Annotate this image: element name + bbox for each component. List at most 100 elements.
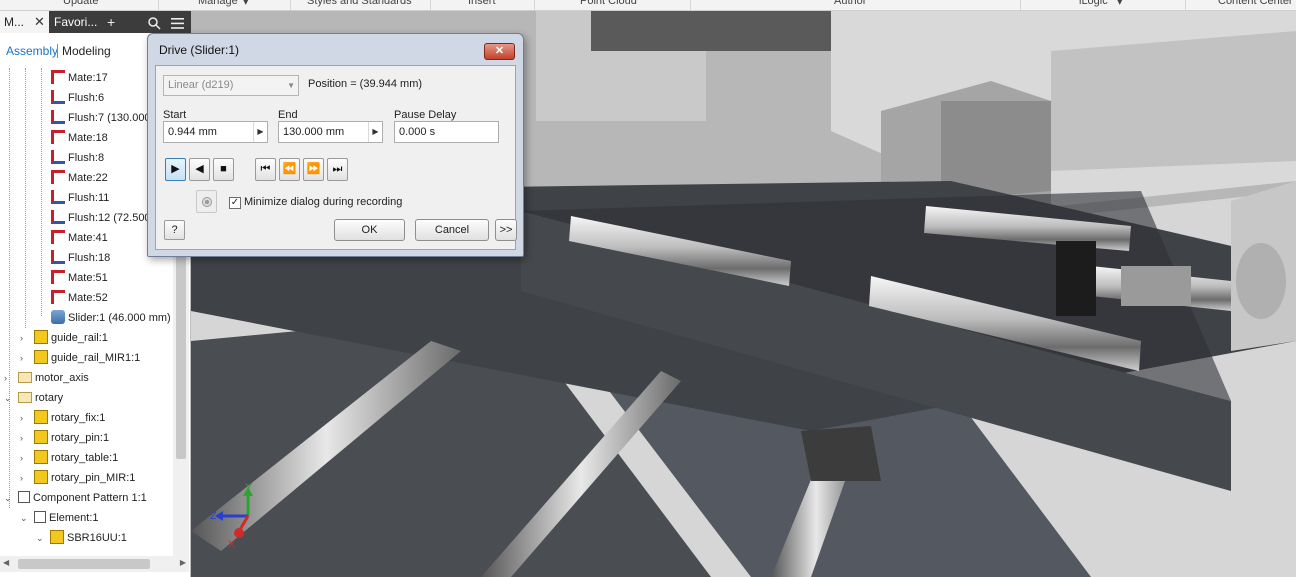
ribbon-tab-manage[interactable]: Manage [198, 0, 238, 9]
ribbon-tab-ilogic[interactable]: iLogic [1079, 0, 1108, 9]
ribbon-tab-content-center[interactable]: Content Center [1218, 0, 1293, 9]
chevron-right-icon[interactable]: › [20, 473, 23, 483]
chevron-down-icon[interactable]: ▾ [1117, 0, 1123, 9]
flush-constraint-icon [51, 150, 65, 165]
tree-guide-line [41, 68, 42, 316]
ribbon-tab-point-cloud[interactable]: Point Cloud [580, 0, 637, 9]
tree-item-rotary-table[interactable]: rotary_table:1 [34, 448, 118, 468]
tree-item-mate-17[interactable]: Mate:17 [51, 68, 108, 88]
tree-item-mate-41[interactable]: Mate:41 [51, 228, 108, 248]
tree-item-mate-22[interactable]: Mate:22 [51, 168, 108, 188]
flush-constraint-icon [51, 210, 65, 225]
constraint-select: Linear (d219) ▼ [163, 75, 299, 96]
scroll-right-icon[interactable]: ▶ [180, 558, 186, 567]
folder-icon [18, 371, 32, 383]
tree-item-rotary[interactable]: rotary [18, 388, 63, 408]
tree-item-label: rotary_table:1 [51, 452, 119, 464]
mode-assembly[interactable]: Assembly [6, 44, 58, 58]
chevron-down-icon[interactable]: ⌄ [36, 533, 44, 544]
chevron-right-icon[interactable]: ▶ [368, 122, 382, 142]
tree-item-sbr16uu[interactable]: SBR16UU:1 [50, 528, 127, 548]
mode-modeling[interactable]: Modeling [62, 44, 111, 58]
part-icon [34, 330, 48, 345]
ribbon-tab-update[interactable]: Update [63, 0, 98, 9]
more-button[interactable]: >> [495, 219, 517, 241]
chevron-right-icon[interactable]: › [20, 353, 23, 363]
start-input[interactable]: 0.944 mm ▶ [163, 121, 268, 143]
browser-horizontal-scrollbar[interactable]: ◀ ▶ [0, 556, 189, 572]
tree-item-flush-12[interactable]: Flush:12 (72.500 [51, 208, 151, 228]
tree-item-label: Flush:18 [68, 252, 111, 264]
tree-item-slider-1[interactable]: Slider:1 (46.000 mm) [51, 308, 171, 328]
chevron-right-icon[interactable]: ▶ [253, 122, 267, 142]
tree-item-label: guide_rail_MIR1:1 [51, 352, 141, 364]
tree-item-guide-rail-mir[interactable]: guide_rail_MIR1:1 [34, 348, 140, 368]
chevron-right-icon[interactable]: › [4, 373, 7, 383]
flush-constraint-icon [51, 190, 65, 205]
tree-item-guide-rail[interactable]: guide_rail:1 [34, 328, 108, 348]
tree-item-label: Slider:1 (46.000 mm) [68, 312, 171, 324]
stop-button[interactable]: ■ [213, 158, 234, 181]
chevron-right-icon[interactable]: › [20, 333, 23, 343]
hamburger-icon[interactable] [171, 11, 184, 33]
chevron-down-icon[interactable]: ⌄ [4, 393, 12, 404]
goto-start-button[interactable]: ⏮ [255, 158, 276, 181]
help-button[interactable]: ? [164, 220, 185, 240]
scroll-left-icon[interactable]: ◀ [3, 558, 9, 567]
tree-item-label: Mate:41 [68, 232, 108, 244]
tree-item-rotary-pin-mir[interactable]: rotary_pin_MIR:1 [34, 468, 135, 488]
tree-item-rotary-pin[interactable]: rotary_pin:1 [34, 428, 109, 448]
tree-item-flush-8[interactable]: Flush:8 [51, 148, 104, 168]
tree-item-mate-18[interactable]: Mate:18 [51, 128, 108, 148]
pattern-icon [18, 491, 30, 504]
step-forward-button[interactable]: ⏩ [303, 158, 324, 181]
mate-constraint-icon [51, 70, 65, 85]
flush-constraint-icon [51, 110, 65, 125]
tree-guide-line [9, 68, 10, 508]
record-button[interactable] [196, 190, 217, 213]
chevron-right-icon[interactable]: › [20, 453, 23, 463]
tree-item-rotary-fix[interactable]: rotary_fix:1 [34, 408, 105, 428]
step-back-button[interactable]: ⏪ [279, 158, 300, 181]
ok-button[interactable]: OK [334, 219, 405, 241]
goto-end-button[interactable]: ⏭ [327, 158, 348, 181]
ribbon-tab-styles[interactable]: Styles and Standards [307, 0, 412, 9]
tree-item-element[interactable]: Element:1 [34, 508, 99, 528]
tree-item-component-pattern[interactable]: Component Pattern 1:1 [18, 488, 147, 508]
tree-item-motor-axis[interactable]: motor_axis [18, 368, 89, 388]
tree-item-label: Mate:51 [68, 272, 108, 284]
tab-favorites[interactable]: Favori... [50, 11, 97, 33]
scroll-thumb[interactable] [18, 559, 150, 569]
dialog-titlebar[interactable]: Drive (Slider:1) ✕ [148, 34, 523, 62]
dialog-close-button[interactable]: ✕ [484, 43, 515, 60]
chevron-right-icon[interactable]: › [20, 413, 23, 423]
goto-start-icon: ⏮ [260, 163, 271, 175]
play-forward-button[interactable]: ▶ [165, 158, 186, 181]
chevron-down-icon[interactable]: ⌄ [20, 513, 28, 524]
ribbon-tab-author[interactable]: Author [834, 0, 866, 9]
tree-item-flush-7[interactable]: Flush:7 (130.000 [51, 108, 151, 128]
plus-icon[interactable]: + [107, 11, 115, 33]
ribbon-tab-insert[interactable]: Insert [468, 0, 496, 9]
end-input[interactable]: 130.000 mm ▶ [278, 121, 383, 143]
minimize-dialog-label: Minimize dialog during recording [244, 196, 403, 208]
tree-item-mate-52[interactable]: Mate:52 [51, 288, 108, 308]
tree-item-mate-51[interactable]: Mate:51 [51, 268, 108, 288]
close-icon[interactable]: ✕ [34, 11, 45, 33]
tree-item-label: SBR16UU:1 [67, 532, 127, 544]
tree-item-flush-6[interactable]: Flush:6 [51, 88, 104, 108]
axis-x-label: X [228, 539, 236, 551]
ribbon-divider [290, 0, 291, 10]
tree-item-flush-18[interactable]: Flush:18 [51, 248, 110, 268]
play-reverse-button[interactable]: ◀ [189, 158, 210, 181]
cancel-button[interactable]: Cancel [415, 219, 489, 241]
chevron-down-icon[interactable]: ⌄ [4, 493, 12, 504]
chevron-down-icon[interactable]: ▾ [243, 0, 249, 9]
start-label: Start [163, 109, 187, 121]
pause-delay-input[interactable]: 0.000 s [394, 121, 499, 143]
chevron-right-icon[interactable]: › [20, 433, 23, 443]
minimize-dialog-checkbox[interactable]: ✓ [229, 197, 241, 209]
search-icon[interactable] [148, 11, 161, 33]
tree-item-flush-11[interactable]: Flush:11 [51, 188, 109, 208]
tab-favorites-label: Favori... [54, 15, 98, 29]
